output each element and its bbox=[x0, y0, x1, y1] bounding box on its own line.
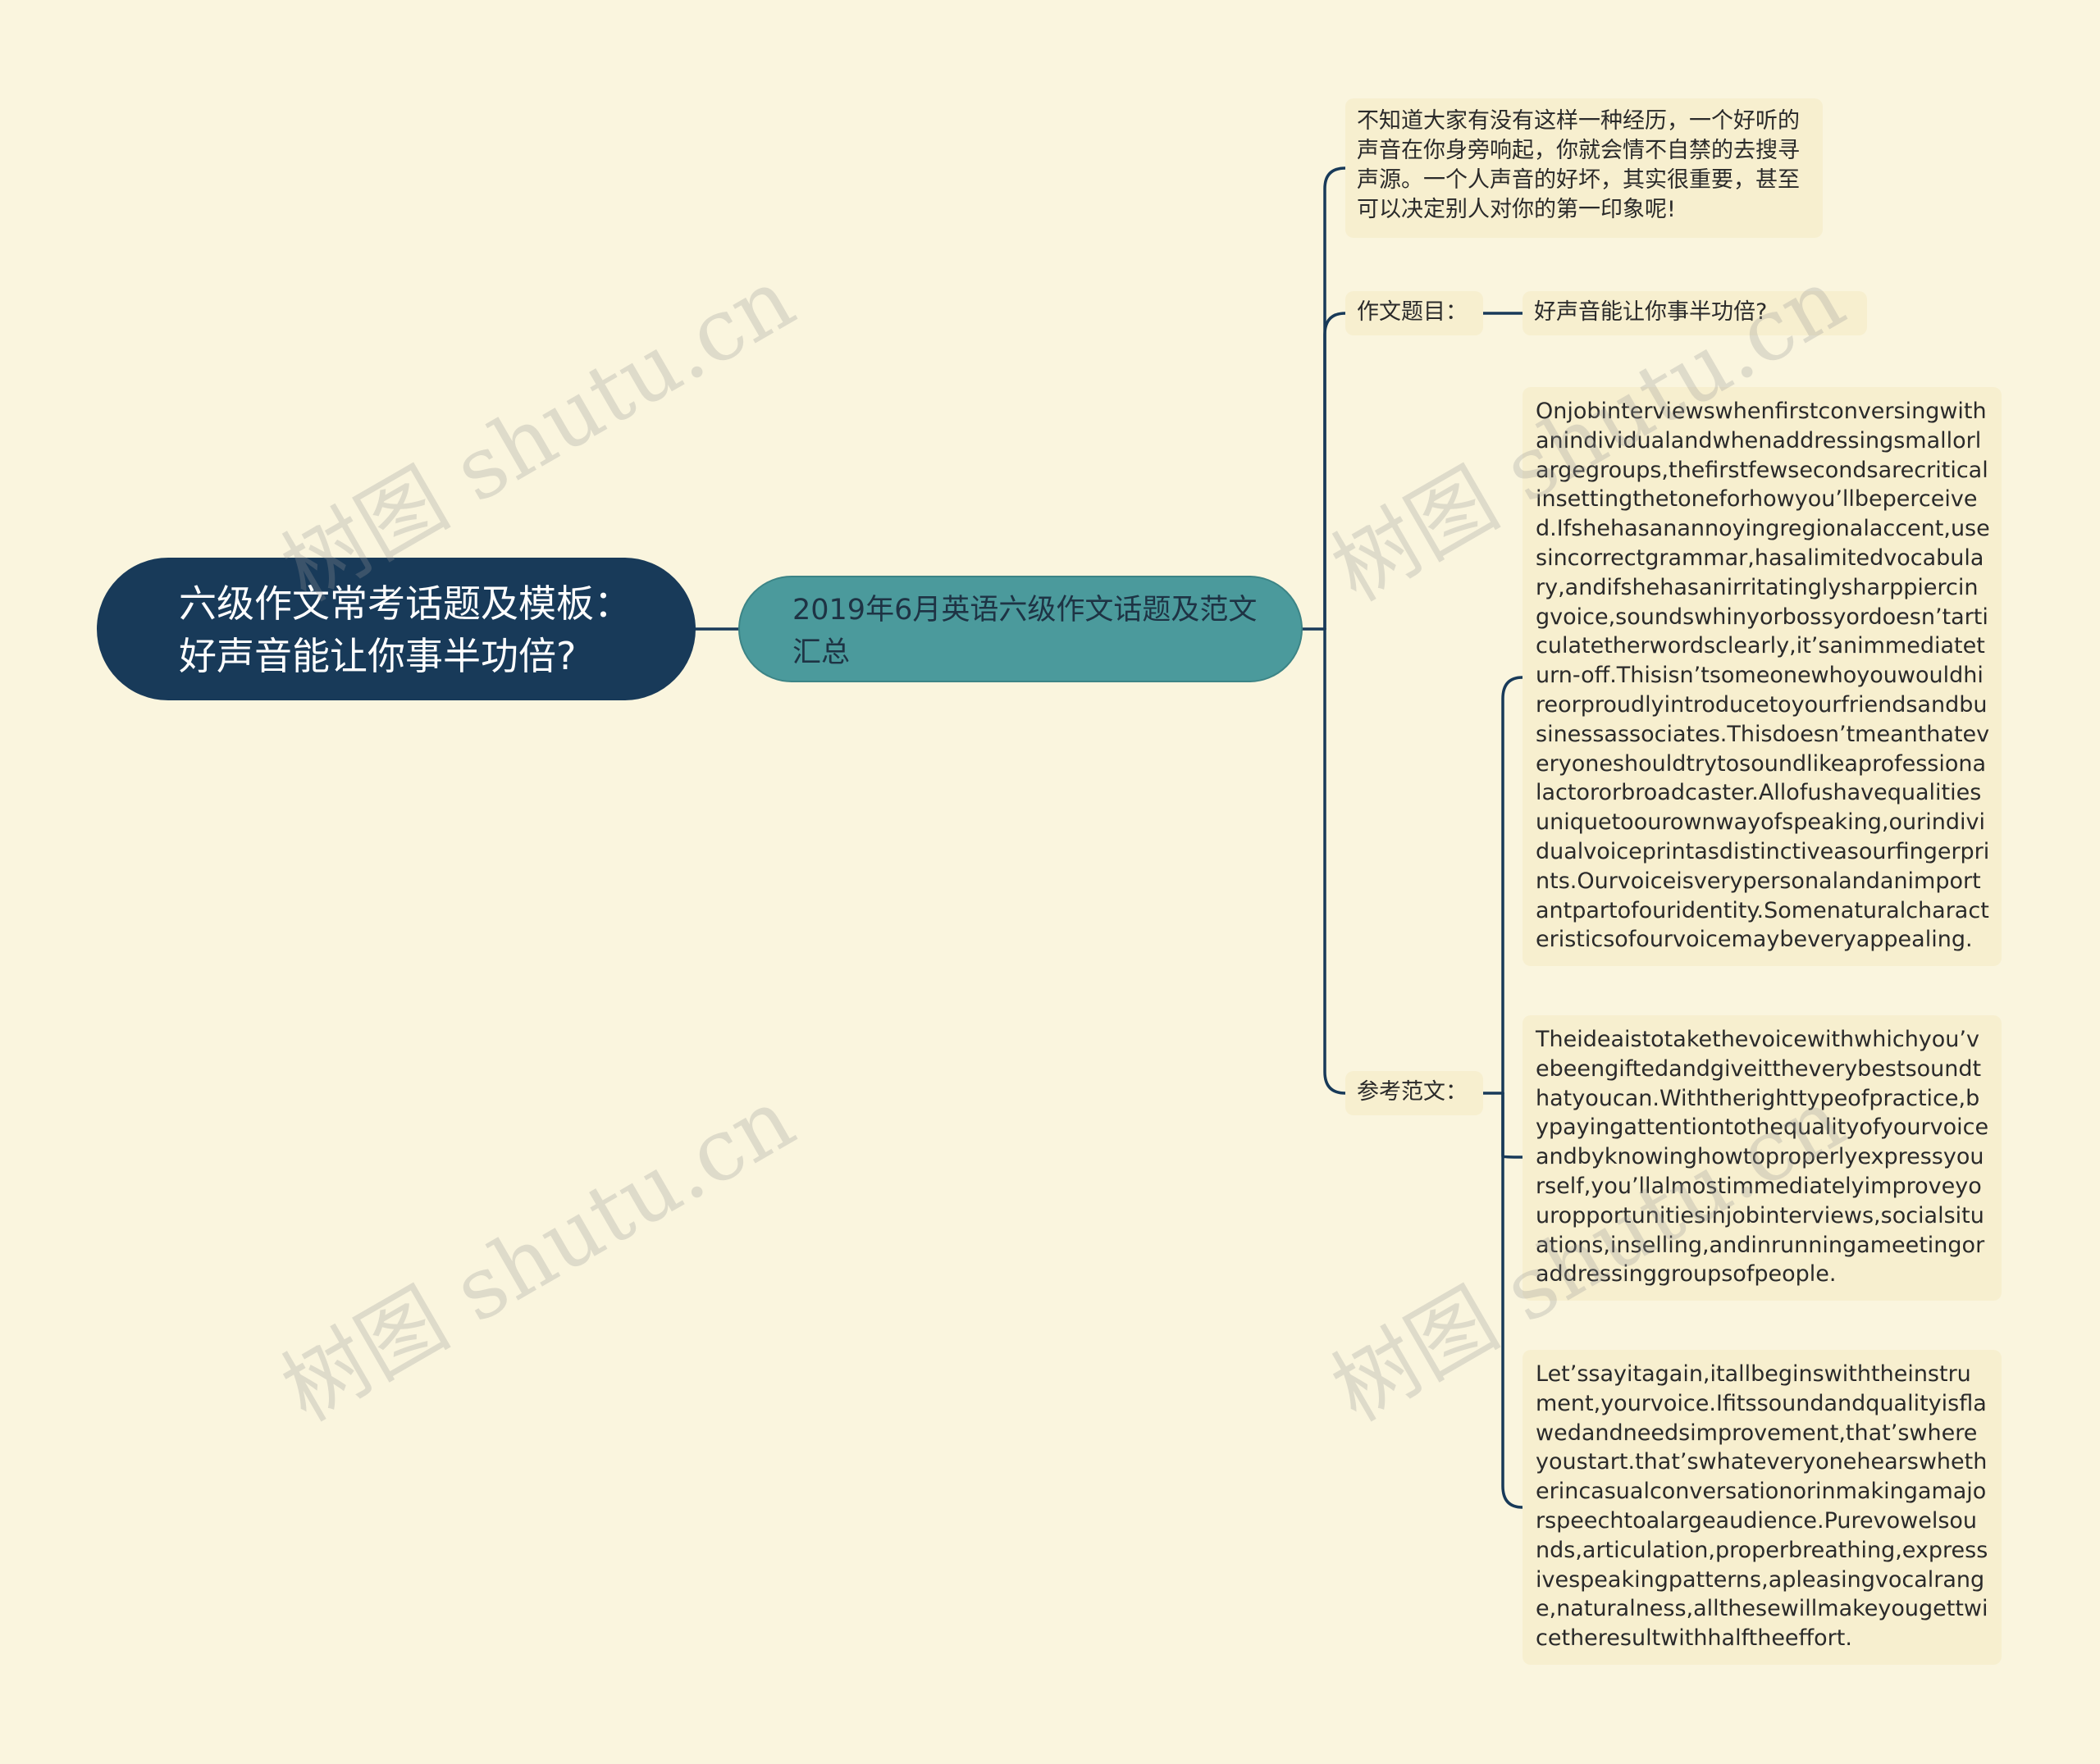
topic-label-card[interactable]: 作文题目： bbox=[1345, 291, 1483, 335]
reference-label-card[interactable]: 参考范文： bbox=[1345, 1071, 1483, 1115]
reference-paragraph-2[interactable]: Theideaistotakethevoicewithwhichyou’vebe… bbox=[1522, 1015, 2002, 1301]
topic-answer-text: 好声音能让你事半功倍? bbox=[1534, 299, 1768, 325]
paragraph-3-text: Let’ssayitagain,itallbeginswiththeinstru… bbox=[1536, 1361, 1988, 1652]
connector-to-para-1 bbox=[1501, 676, 1524, 1095]
connector-to-topic bbox=[1323, 312, 1347, 631]
branch-topic-text: 2019年6月英语六级作文话题及范文汇总 bbox=[792, 594, 1258, 669]
connector-to-para-3 bbox=[1501, 1092, 1524, 1509]
root-topic[interactable]: 六级作文常考话题及模板：好声音能让你事半功倍? bbox=[97, 558, 696, 700]
reference-paragraph-3[interactable]: Let’ssayitagain,itallbeginswiththeinstru… bbox=[1522, 1350, 2002, 1665]
connector-to-reference bbox=[1323, 627, 1347, 1095]
connector-to-para-2 bbox=[1501, 1092, 1524, 1159]
reference-label-text: 参考范文： bbox=[1357, 1079, 1468, 1105]
topic-answer-card[interactable]: 好声音能让你事半功倍? bbox=[1522, 291, 1867, 335]
paragraph-2-text: Theideaistotakethevoicewithwhichyou’vebe… bbox=[1536, 1027, 1989, 1288]
intro-card[interactable]: 不知道大家有没有这样一种经历，一个好听的声音在你身旁响起，你就会情不自禁的去搜寻… bbox=[1345, 98, 1823, 238]
root-topic-text: 六级作文常考话题及模板：好声音能让你事半功倍? bbox=[179, 581, 632, 678]
paragraph-1-text: Onjobinterviewswhenfirstconversingwithan… bbox=[1536, 399, 1990, 953]
reference-paragraph-1[interactable]: Onjobinterviewswhenfirstconversingwithan… bbox=[1522, 387, 2002, 966]
branch-topic[interactable]: 2019年6月英语六级作文话题及范文汇总 bbox=[738, 576, 1303, 682]
topic-label-text: 作文题目： bbox=[1357, 299, 1468, 325]
intro-text: 不知道大家有没有这样一种经历，一个好听的声音在你身旁响起，你就会情不自禁的去搜寻… bbox=[1357, 108, 1800, 222]
connector-to-intro bbox=[1323, 166, 1347, 631]
